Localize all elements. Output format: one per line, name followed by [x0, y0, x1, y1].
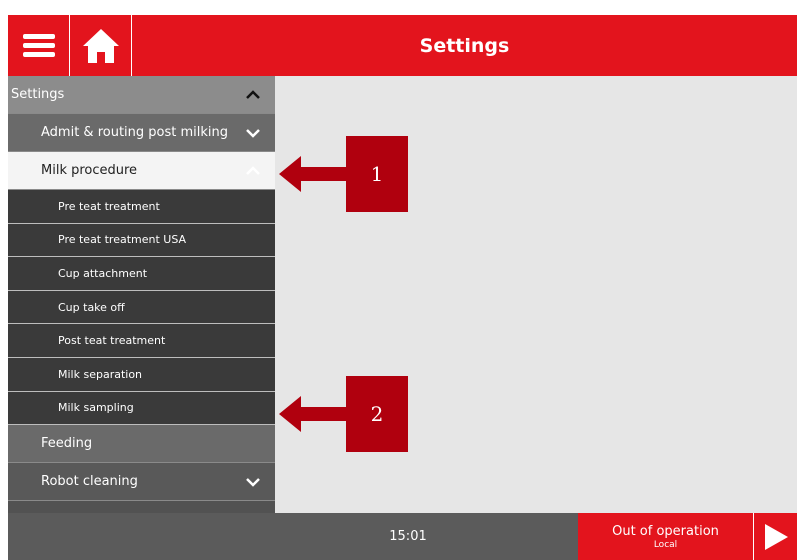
callout-number: 1 — [346, 136, 408, 212]
callout-number: 2 — [346, 376, 408, 452]
sidebar-subitem-label: Milk separation — [58, 367, 143, 381]
chevron-down-icon — [246, 128, 260, 138]
start-button[interactable] — [754, 513, 797, 560]
sidebar-item-admit-routing[interactable]: Admit & routing post milking — [8, 114, 275, 152]
arrow-left-icon — [279, 156, 347, 192]
sidebar-item-feeding[interactable]: Feeding — [8, 425, 275, 464]
sidebar-subitem-label: Cup attachment — [58, 266, 148, 280]
sidebar-subitem-post-teat-treatment[interactable]: Post teat treatment — [8, 324, 275, 358]
play-icon — [764, 523, 788, 550]
sidebar-subitem-label: Pre teat treatment USA — [58, 233, 187, 247]
sidebar-subitem-milk-sampling[interactable]: Milk sampling — [8, 391, 275, 426]
home-button[interactable] — [70, 15, 132, 76]
arrow-left-icon — [279, 396, 347, 432]
sidebar-item-label: Admit & routing post milking — [41, 125, 229, 140]
sidebar-section-label: Settings — [11, 87, 65, 102]
sidebar-subitem-label: Cup take off — [58, 300, 125, 314]
sidebar-item-partial — [8, 501, 275, 513]
app-window: Settings Settings Admit & routing post m… — [8, 15, 797, 560]
sidebar-subitem-pre-teat-treatment[interactable]: Pre teat treatment — [8, 190, 275, 224]
sidebar-item-robot-cleaning[interactable]: Robot cleaning — [8, 463, 275, 502]
header-bar: Settings — [8, 15, 797, 76]
sidebar-item-label: Robot cleaning — [41, 474, 138, 490]
sidebar-subitem-pre-teat-treatment-usa[interactable]: Pre teat treatment USA — [8, 223, 275, 258]
hamburger-menu-icon — [22, 30, 55, 61]
sidebar-subitem-cup-attachment[interactable]: Cup attachment — [8, 257, 275, 291]
page-title: Settings — [419, 34, 510, 57]
chevron-up-icon — [246, 89, 260, 99]
operation-status-button[interactable]: Out of operation Local — [578, 513, 754, 560]
home-icon — [82, 28, 119, 63]
sidebar-subitem-label: Post teat treatment — [58, 334, 166, 348]
sidebar-subitem-cup-take-off[interactable]: Cup take off — [8, 290, 275, 325]
sidebar-subitem-milk-separation[interactable]: Milk separation — [8, 357, 275, 392]
status-bar: 15:01 Out of operation Local — [8, 513, 797, 560]
sidebar-subitem-label: Pre teat treatment — [58, 199, 160, 213]
sidebar-section-settings[interactable]: Settings — [8, 76, 275, 114]
menu-button[interactable] — [8, 15, 70, 76]
sidebar-item-milk-procedure[interactable]: Milk procedure — [8, 152, 275, 190]
settings-sidebar: Settings Admit & routing post milking Mi… — [8, 76, 275, 513]
clock-time: 15:01 — [389, 529, 427, 544]
chevron-up-icon — [246, 165, 260, 175]
operation-status-label: Out of operation — [612, 523, 719, 539]
chevron-down-icon — [246, 477, 260, 487]
sidebar-item-label: Milk procedure — [41, 163, 138, 178]
sidebar-subitem-label: Milk sampling — [58, 401, 134, 415]
operation-status-sub: Local — [653, 539, 678, 550]
callout-1: 1 — [279, 136, 410, 212]
callout-2: 2 — [279, 376, 410, 452]
sidebar-item-label: Feeding — [41, 436, 93, 452]
